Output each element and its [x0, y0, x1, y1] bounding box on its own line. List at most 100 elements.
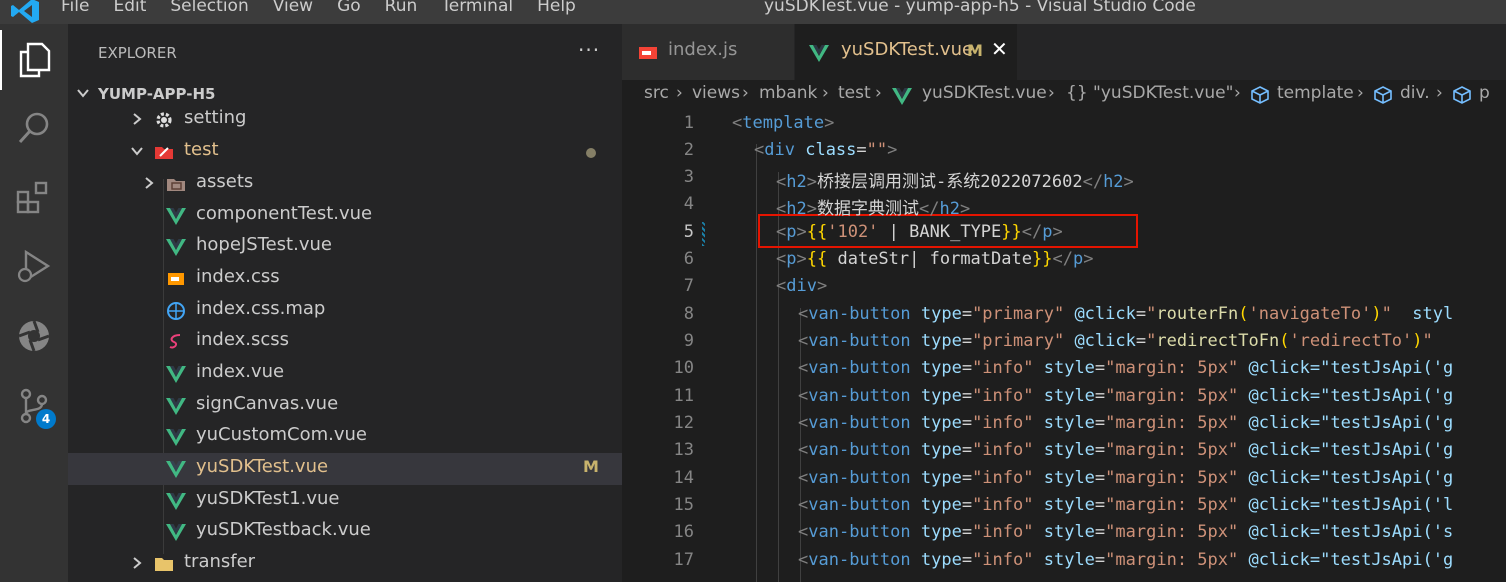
symbol-field-icon [1374, 86, 1392, 104]
chevron-right-icon: › [1234, 83, 1241, 103]
chevron-right-icon: › [676, 83, 683, 103]
chevron-right-icon: › [742, 83, 749, 103]
tree-item-label: signCanvas.vue [196, 393, 339, 414]
explorer-icon[interactable] [0, 30, 68, 90]
line-number: 13 [673, 440, 694, 460]
breadcrumb-item[interactable]: src [644, 83, 669, 103]
extensions-icon[interactable] [0, 168, 68, 228]
search-icon[interactable] [0, 98, 68, 158]
vue-icon [892, 88, 912, 105]
code-line: <van-button type="info" style="margin: 5… [798, 413, 1454, 433]
vue-icon [166, 366, 186, 383]
code-line: <van-button type="info" style="margin: 5… [798, 358, 1454, 378]
tree-item-yucustomcom[interactable]: yuCustomCom.vue [68, 421, 622, 453]
breadcrumb-item[interactable]: views [692, 83, 740, 103]
vue-icon [166, 493, 186, 510]
line-number: 11 [673, 386, 694, 406]
chevron-right-icon [145, 177, 154, 189]
code-line: <p>{{'102' | BANK_TYPE}}</p> [776, 222, 1063, 242]
breadcrumb-item[interactable]: p [1479, 83, 1490, 103]
code-editor[interactable]: 1 2 3 4 5 6 7 8 9 10 11 12 13 14 15 16 1… [622, 110, 1506, 582]
code-line: <h2>数据字典测试</h2> [776, 199, 971, 219]
tree-item-componenttest[interactable]: componentTest.vue [68, 200, 622, 232]
tab-index-js[interactable]: index.js [622, 24, 795, 80]
tab-yusdktest-vue[interactable]: yuSDKTest.vue M ✕ [795, 24, 1017, 80]
line-number: 10 [673, 358, 694, 378]
test-folder-icon [155, 147, 173, 159]
tree-item-label: yuSDKTestback.vue [196, 519, 371, 540]
menu-bar: File Edit Selection View Go Run Terminal… [61, 0, 600, 16]
source-control-icon[interactable] [0, 376, 68, 436]
line-number: 8 [683, 304, 694, 324]
symbol-field-icon [1453, 86, 1471, 104]
sass-icon [169, 334, 181, 349]
tree-item-label: assets [196, 171, 254, 192]
code-line: <van-button type="primary" @click="route… [798, 304, 1454, 324]
menu-file[interactable]: File [61, 0, 89, 16]
code-line: <p>{{ dateStr| formatDate}}</p> [776, 249, 1094, 269]
tree-item-label: index.vue [196, 361, 285, 382]
tree-item-label: test [184, 139, 219, 160]
activity-bar: 4 [0, 24, 68, 582]
line-number: 1 [683, 113, 694, 133]
tree-item-yusdktest[interactable]: yuSDKTest.vue M [68, 453, 622, 485]
line-number: 16 [673, 522, 694, 542]
tree-item-test[interactable]: test [68, 136, 622, 168]
tree-item-label: transfer [184, 551, 256, 572]
code-line: <div class=""> [754, 140, 898, 160]
tree-item-index-scss[interactable]: index.scss [68, 326, 622, 358]
tree-item-hopejstest[interactable]: hopeJSTest.vue [68, 231, 622, 263]
tree-item-label: componentTest.vue [196, 203, 373, 224]
tree-item-yusdktestback[interactable]: yuSDKTestback.vue [68, 516, 622, 548]
modified-flag: M [967, 41, 983, 60]
breadcrumb: src › views › mbank › test › yuSDKTest.v… [622, 80, 1506, 110]
tree-item-label: yuSDKTest.vue [196, 456, 329, 477]
tree-item-assets[interactable]: assets [68, 168, 622, 200]
breadcrumb-item[interactable]: mbank [759, 83, 817, 103]
modified-flag: M [583, 457, 599, 476]
line-number: 15 [673, 495, 694, 515]
tree-item-index-vue[interactable]: index.vue [68, 358, 622, 390]
tree-item-index-css[interactable]: index.css [68, 263, 622, 295]
breadcrumb-item[interactable]: {} "yuSDKTest.vue" [1066, 83, 1233, 103]
tree-item-label: hopeJSTest.vue [196, 234, 332, 255]
close-icon[interactable]: ✕ [991, 37, 1008, 61]
menu-selection[interactable]: Selection [170, 0, 248, 16]
menu-terminal[interactable]: Terminal [441, 0, 513, 16]
vue-icon [166, 429, 186, 446]
breadcrumb-item[interactable]: div. [1400, 83, 1430, 103]
breadcrumb-item[interactable]: test [838, 83, 871, 103]
code-line: <div> [776, 276, 828, 296]
menu-go[interactable]: Go [337, 0, 361, 16]
explorer-panel: EXPLORER ··· YUMP-APP-H5 setting test as… [68, 24, 622, 582]
code-line: <van-button type="info" style="margin: 5… [798, 440, 1454, 460]
menu-run[interactable]: Run [385, 0, 418, 16]
tree-item-transfer[interactable]: transfer [68, 548, 622, 580]
tree-item-signcanvas[interactable]: signCanvas.vue [68, 390, 622, 422]
code-line: <h2>桥接层调用测试-系统2022072602</h2> [776, 172, 1134, 192]
code-line: <van-button type="primary" @click="redir… [798, 331, 1433, 351]
assets-folder-icon [167, 179, 185, 191]
breadcrumb-item[interactable]: template [1277, 83, 1354, 103]
line-number: 12 [673, 413, 694, 433]
tree-item-label: setting [184, 107, 247, 128]
line-number: 14 [673, 468, 694, 488]
breadcrumb-item[interactable]: yuSDKTest.vue [922, 83, 1047, 103]
tree-item-setting[interactable]: setting [68, 104, 622, 136]
vue-icon [166, 461, 186, 478]
line-number: 2 [683, 140, 694, 160]
tab-label: yuSDKTest.vue [841, 39, 974, 60]
indent-guide [756, 144, 757, 582]
tree-item-yusdktest1[interactable]: yuSDKTest1.vue [68, 485, 622, 517]
run-debug-icon[interactable] [0, 236, 68, 296]
editor-tab-bar: index.js yuSDKTest.vue M ✕ [622, 24, 1506, 80]
more-actions-icon[interactable]: ··· [578, 38, 600, 62]
menu-help[interactable]: Help [537, 0, 576, 16]
menu-edit[interactable]: Edit [113, 0, 146, 16]
menu-view[interactable]: View [273, 0, 313, 16]
line-number: 4 [683, 194, 694, 214]
line-number: 6 [683, 249, 694, 269]
remote-icon[interactable] [0, 306, 68, 366]
tree-item-label: index.css [196, 266, 280, 287]
tree-item-index-css-map[interactable]: index.css.map [68, 295, 622, 327]
